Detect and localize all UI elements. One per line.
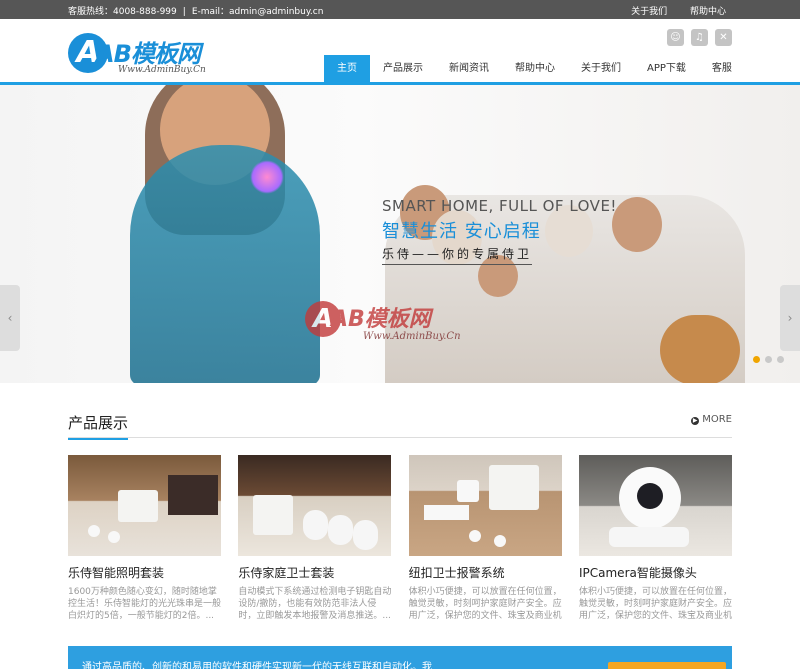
product-desc: 1600万种颜色随心变幻，随时随地掌控生活！乐侍智能灯的光光珠串是一般白炽灯的5… — [68, 587, 221, 621]
watermark-url: Www.AdminBuy.Cn — [363, 331, 461, 342]
more-arrow-icon: ▶ — [691, 417, 700, 425]
watermark-brand: AB模板网 — [331, 307, 431, 332]
product-card: 乐侍家庭卫士套装 自动模式下系统通过检测电子钥匙自动设防/撤防，也能有效防范非法… — [238, 455, 392, 622]
product-title[interactable]: 乐侍智能照明套装 — [68, 564, 221, 581]
product-image[interactable] — [578, 455, 732, 556]
slide-dots — [753, 356, 784, 363]
contact-info: 客服热线：4008-888-999 | E-mail：admin@adminbuy.… — [68, 4, 323, 17]
hotline-text: 客服热线：4008-888-999 — [68, 7, 177, 17]
music-icon[interactable]: ♫ — [691, 29, 708, 46]
nav-item-app[interactable]: APP下载 — [634, 55, 699, 83]
product-image[interactable] — [408, 455, 562, 556]
intro-text: 通过高品质的、创新的和易用的软件和硬件实现新一代的无线互联和自动化。我 — [82, 662, 432, 669]
nav-item-products[interactable]: 产品展示 — [370, 55, 436, 83]
products-section-header: 产品展示 ▶ MORE — [68, 408, 732, 440]
family-dog — [660, 315, 740, 383]
intro-button[interactable] — [608, 662, 726, 669]
logo-brand: AB模板网 — [96, 40, 201, 68]
main-nav: 主页 产品展示 新闻资讯 帮助中心 关于我们 APP下载 客服 — [324, 55, 745, 83]
weibo-icon[interactable]: ☺ — [667, 29, 684, 46]
product-card: IPCamera智能摄像头 体积小巧便捷，可以放置在任何位置，触觉灵敏，时刻呵护… — [578, 455, 732, 622]
product-desc: 体积小巧便捷，可以放置在任何位置，触觉灵敏，时刻呵护家庭财产安全。应用广泛，保护… — [408, 587, 562, 621]
product-card: 乐侍智能照明套装 1600万种颜色随心变幻，随时随地掌控生活！乐侍智能灯的光光珠… — [68, 455, 221, 622]
top-link-about[interactable]: 关于我们 — [631, 7, 667, 17]
next-slide-button[interactable]: › — [780, 285, 800, 351]
banner-photo-woman — [130, 145, 320, 383]
product-title[interactable]: IPCamera智能摄像头 — [579, 564, 732, 581]
nav-item-about[interactable]: 关于我们 — [568, 55, 634, 83]
more-label: MORE — [702, 414, 732, 425]
email-text: E-mail：admin@adminbuy.cn — [191, 7, 324, 17]
nav-item-help[interactable]: 帮助中心 — [502, 55, 568, 83]
top-links: 关于我们 帮助中心 — [611, 4, 726, 17]
slide-dot-3[interactable] — [777, 356, 784, 363]
intro-strip: 通过高品质的、创新的和易用的软件和硬件实现新一代的无线互联和自动化。我 — [68, 646, 732, 669]
product-image[interactable] — [68, 455, 221, 556]
slogan-english: SMART HOME, FULL OF LOVE! — [382, 197, 617, 215]
nav-item-service[interactable]: 客服 — [699, 55, 745, 83]
slide-dot-1[interactable] — [753, 356, 760, 363]
product-card: 纽扣卫士报警系统 体积小巧便捷，可以放置在任何位置，触觉灵敏，时刻呵护家庭财产安… — [408, 455, 562, 622]
share-icon[interactable]: ✕ — [715, 29, 732, 46]
products-title: 产品展示 — [68, 412, 129, 440]
slogan-subtitle: 乐侍——你的专属侍卫 — [382, 245, 533, 265]
product-title[interactable]: 乐侍家庭卫士套装 — [238, 564, 391, 581]
more-link[interactable]: ▶ MORE — [691, 414, 732, 425]
header: A AB模板网 Www.AdminBuy.Cn ☺ ♫ ✕ 主页 产品展示 新闻… — [0, 19, 800, 83]
slide-dot-2[interactable] — [765, 356, 772, 363]
top-bar: 客服热线：4008-888-999 | E-mail：admin@adminbuy.… — [0, 0, 800, 19]
slogan-chinese: 智慧生活 安心启程 — [382, 221, 541, 242]
prev-slide-button[interactable]: ‹ — [0, 285, 20, 351]
site-logo[interactable]: A AB模板网 Www.AdminBuy.Cn — [68, 33, 218, 83]
family-member — [612, 197, 662, 252]
hero-banner: SMART HOME, FULL OF LOVE! 智慧生活 安心启程 乐侍——… — [0, 85, 800, 383]
product-title[interactable]: 纽扣卫士报警系统 — [409, 564, 562, 581]
logo-url: Www.AdminBuy.Cn — [118, 65, 206, 75]
nav-item-news[interactable]: 新闻资讯 — [436, 55, 502, 83]
product-desc: 体积小巧便捷，可以放置在任何位置，触觉灵敏，时刻呵护家庭财产安全。应用广泛，保护… — [578, 587, 732, 621]
product-grid: 乐侍智能照明套装 1600万种颜色随心变幻，随时随地掌控生活！乐侍智能灯的光光珠… — [68, 455, 732, 622]
nav-item-home[interactable]: 主页 — [324, 55, 370, 83]
top-link-help[interactable]: 帮助中心 — [690, 7, 726, 17]
social-icons: ☺ ♫ ✕ — [667, 29, 732, 46]
heart-glow-icon — [250, 160, 284, 194]
product-desc: 自动模式下系统通过检测电子钥匙自动设防/撤防，也能有效防范非法人侵时，立即触发本… — [238, 587, 392, 621]
divider: | — [182, 7, 186, 17]
watermark-logo: A AB模板网 Www.AdminBuy.Cn — [305, 301, 505, 361]
product-image[interactable] — [238, 455, 392, 556]
